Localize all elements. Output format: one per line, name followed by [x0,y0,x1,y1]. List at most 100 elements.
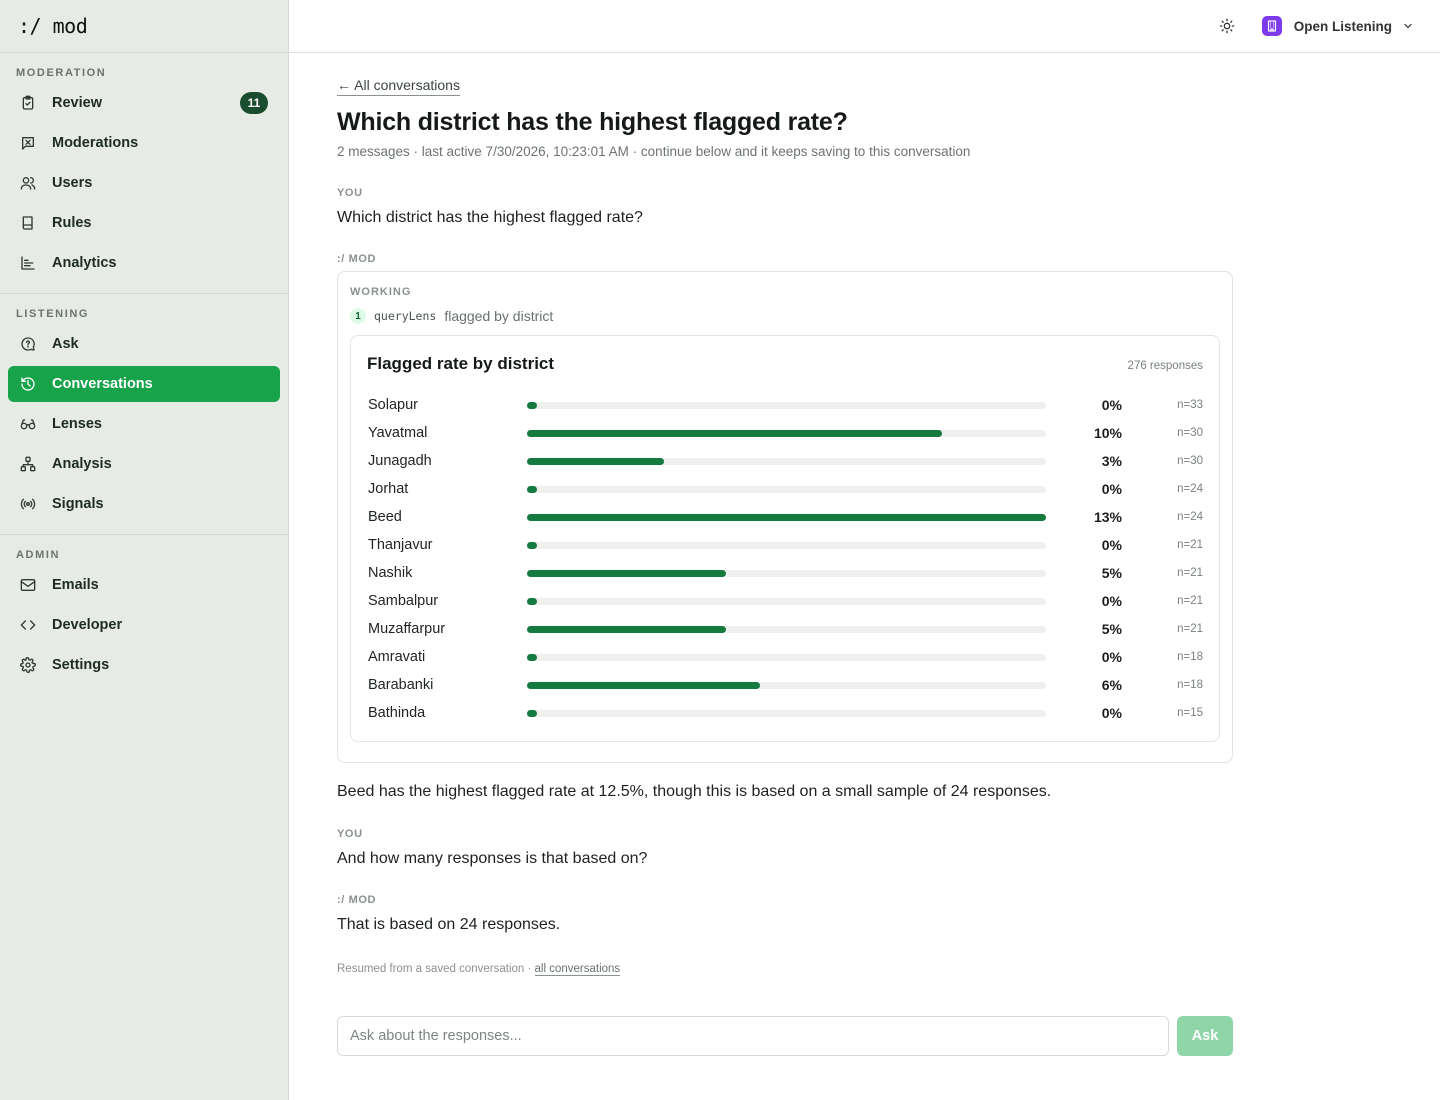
network-icon [20,456,36,472]
chart-row: Beed 13% n=24 [367,503,1203,531]
chart-bar-track [527,513,1046,521]
top-bar: Open Listening [289,0,1440,53]
chart-sample-size: n=21 [1177,539,1203,551]
chart-row: Amravati 0% n=18 [367,643,1203,671]
code-icon [20,617,36,633]
sidebar-item-moderations[interactable]: Moderations [8,125,280,161]
sidebar-item-signals[interactable]: Signals [8,486,280,522]
chart-row: Yavatmal 10% n=30 [367,419,1203,447]
sidebar: :/ mod MODERATION Review 11 Moderations … [0,0,289,1100]
sun-icon [1219,18,1235,34]
chart-value-label: 10% [1093,425,1122,441]
chart-sample-size: n=24 [1177,483,1203,495]
sidebar-item-label: Settings [52,657,110,673]
sidebar-item-label: Emails [52,577,99,593]
back-to-conversations-link[interactable]: ← All conversations [337,77,460,96]
sidebar-item-settings[interactable]: Settings [8,647,280,683]
resumed-text: Resumed from a saved conversation · [337,963,535,975]
all-conversations-link[interactable]: all conversations [534,963,621,976]
chart-bar [527,709,537,717]
radio-icon [20,496,36,512]
chart-row: Barabanki 6% n=18 [367,671,1203,699]
chart-bar-track [527,569,1046,577]
message-role-assistant: :/ MOD [337,253,377,265]
chart-row-label: Amravati [368,649,426,665]
sidebar-item-label: Users [52,175,93,191]
chevron-down-icon [1402,20,1414,32]
chart-value-label: 0% [1101,705,1122,721]
history-icon [20,376,36,392]
chart-bar-track [527,485,1046,493]
chart-value-label: 6% [1101,677,1122,693]
chart-bar [527,625,726,633]
gear-icon [20,657,36,673]
chart-row-label: Bathinda [368,705,426,721]
chart-bar [527,485,537,493]
chart-bar [527,541,537,549]
chart-row-label: Yavatmal [368,425,428,441]
chart-row-label: Barabanki [368,677,434,693]
sidebar-item-label: Signals [52,496,104,512]
chart-bar [527,457,664,465]
nav-section-admin: ADMIN Emails Developer Settings [0,535,288,683]
nav-section-listening: LISTENING Ask Conversations Lenses Analy… [0,294,288,535]
chart-value-label: 0% [1101,481,1122,497]
sidebar-item-label: Rules [52,215,92,231]
conversation-main: ← All conversations Which district has t… [337,53,1233,976]
sidebar-item-review[interactable]: Review 11 [8,85,280,121]
sidebar-item-developer[interactable]: Developer [8,607,280,643]
bar-chart-icon [20,255,36,271]
sidebar-item-users[interactable]: Users [8,165,280,201]
step-tool-name: queryLens [374,309,437,323]
chart-sample-size: n=21 [1177,623,1203,635]
chart-bar [527,653,537,661]
ask-input[interactable] [337,1016,1169,1056]
users-icon [20,175,36,191]
nav-section-moderation: MODERATION Review 11 Moderations Users R… [0,53,288,294]
chart-sample-size: n=30 [1177,427,1203,439]
sidebar-item-label: Lenses [52,416,102,432]
chart-row: Solapur 0% n=33 [367,391,1203,419]
step-description: flagged by district [444,308,554,324]
sidebar-item-lenses[interactable]: Lenses [8,406,280,442]
chart-row-label: Solapur [368,397,418,413]
sidebar-item-label: Developer [52,617,123,633]
sidebar-item-emails[interactable]: Emails [8,567,280,603]
user-message: Which district has the highest flagged r… [337,209,643,226]
sidebar-item-conversations[interactable]: Conversations [8,366,280,402]
chart-sample-size: n=18 [1177,679,1203,691]
chart-sample-size: n=18 [1177,651,1203,663]
chart-row: Thanjavur 0% n=21 [367,531,1203,559]
chart-sample-size: n=21 [1177,595,1203,607]
review-count-badge: 11 [240,92,268,114]
message-question-icon [20,336,36,352]
ask-button[interactable]: Ask [1177,1016,1233,1056]
chart-value-label: 0% [1101,649,1122,665]
chart-row-label: Jorhat [368,481,409,497]
brand-logo[interactable]: :/ mod [0,0,288,53]
chart-bar [527,569,726,577]
chart-sample-size: n=15 [1177,707,1203,719]
chart-value-label: 3% [1101,453,1122,469]
resumed-note: Resumed from a saved conversation · all … [337,963,1233,976]
section-title-admin: ADMIN [16,549,61,561]
chart-bar [527,597,537,605]
sidebar-item-ask[interactable]: Ask [8,326,280,362]
working-label: WORKING [350,286,412,298]
assistant-answer: Beed has the highest flagged rate at 12.… [337,783,1052,800]
theme-toggle-button[interactable] [1214,13,1240,39]
sidebar-item-label: Analysis [52,456,112,472]
sidebar-item-rules[interactable]: Rules [8,205,280,241]
sidebar-item-label: Review [52,95,102,111]
chart-row: Bathinda 0% n=15 [367,699,1203,727]
org-name: Open Listening [1293,18,1392,34]
chart-row-label: Muzaffarpur [368,621,446,637]
page-title: Which district has the highest flagged r… [337,108,848,136]
org-switcher[interactable]: Open Listening [1261,16,1414,36]
chart-row-label: Nashik [368,565,413,581]
sidebar-item-label: Conversations [52,376,153,392]
glasses-icon [20,416,36,432]
sidebar-item-analytics[interactable]: Analytics [8,245,280,281]
section-title-moderation: MODERATION [16,67,107,79]
sidebar-item-analysis[interactable]: Analysis [8,446,280,482]
